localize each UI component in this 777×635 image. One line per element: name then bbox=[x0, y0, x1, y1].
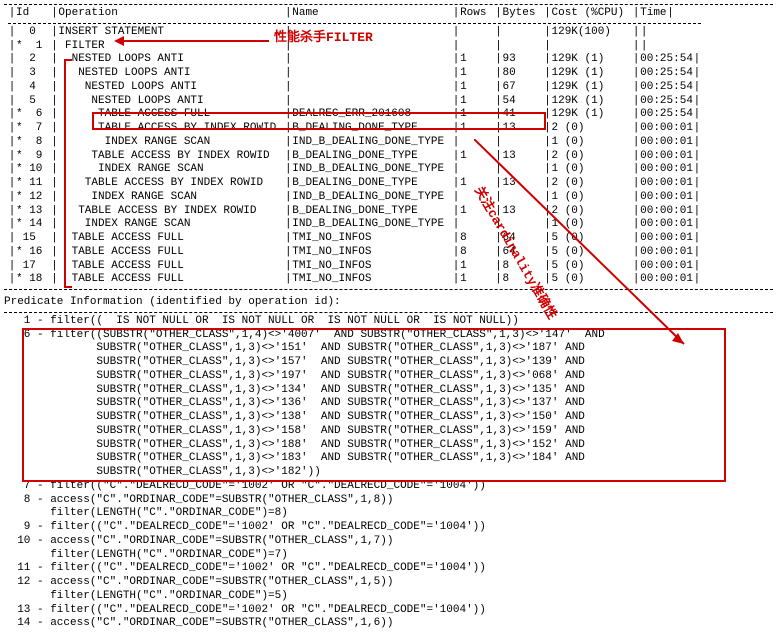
annotation-filter: 性能杀手FILTER bbox=[274, 30, 373, 46]
predicate-line: 6 - filter((SUBSTR("OTHER_CLASS",1,4)<>'… bbox=[4, 329, 773, 343]
plan-row: | 2| NESTED LOOPS ANTI||1|93|129K (1)|00… bbox=[4, 53, 705, 67]
plan-row: | 3| NESTED LOOPS ANTI||1|80|129K (1)|00… bbox=[4, 67, 705, 81]
predicate-line: 8 - access("C"."ORDINAR_CODE"=SUBSTR("OT… bbox=[4, 494, 773, 508]
predicate-info: Predicate Information (identified by ope… bbox=[4, 296, 773, 631]
arrow-to-filter-icon bbox=[114, 34, 274, 48]
predicate-line: 14 - access("C"."ORDINAR_CODE"=SUBSTR("O… bbox=[4, 617, 773, 631]
plan-row: |* 6| TABLE ACCESS FULL|DEALREC_ERR_2016… bbox=[4, 108, 705, 122]
col-time: Time bbox=[640, 7, 666, 19]
plan-row: | 5| NESTED LOOPS ANTI||1|54|129K (1)|00… bbox=[4, 95, 705, 109]
predicate-line: filter(LENGTH("C"."ORDINAR_CODE")=8) bbox=[4, 507, 773, 521]
col-cost: Cost (%CPU) bbox=[552, 7, 625, 19]
plan-row: | 4| NESTED LOOPS ANTI||1|67|129K (1)|00… bbox=[4, 81, 705, 95]
predicate-line: SUBSTR("OTHER_CLASS",1,3)<>'188' AND SUB… bbox=[4, 439, 773, 453]
col-rows: Rows bbox=[460, 7, 486, 19]
predicate-line: filter(LENGTH("C"."ORDINAR_CODE")=5) bbox=[4, 590, 773, 604]
predicate-line: SUBSTR("OTHER_CLASS",1,3)<>'157' AND SUB… bbox=[4, 356, 773, 370]
predicate-line: 11 - filter(("C"."DEALRECD_CODE"='1002' … bbox=[4, 562, 773, 576]
predicate-line: SUBSTR("OTHER_CLASS",1,3)<>'182')) bbox=[4, 466, 773, 480]
exec-plan-container: 性能杀手FILTER 关注cardinality准确性 |Id |Operati… bbox=[4, 4, 773, 631]
col-id: Id bbox=[16, 7, 29, 19]
predicate-line: 13 - filter(("C"."DEALRECD_CODE"='1002' … bbox=[4, 604, 773, 618]
plan-header-row: |Id |Operation |Name |Rows |Bytes |Cost … bbox=[4, 7, 705, 21]
predicate-line: 7 - filter(("C"."DEALRECD_CODE"='1002' O… bbox=[4, 480, 773, 494]
col-bytes: Bytes bbox=[502, 7, 535, 19]
predicate-line: SUBSTR("OTHER_CLASS",1,3)<>'151' AND SUB… bbox=[4, 342, 773, 356]
predicate-line: SUBSTR("OTHER_CLASS",1,3)<>'183' AND SUB… bbox=[4, 452, 773, 466]
predicate-line: SUBSTR("OTHER_CLASS",1,3)<>'158' AND SUB… bbox=[4, 425, 773, 439]
col-operation: Operation bbox=[58, 7, 117, 19]
predicate-line: SUBSTR("OTHER_CLASS",1,3)<>'197' AND SUB… bbox=[4, 370, 773, 384]
predicate-line: 10 - access("C"."ORDINAR_CODE"=SUBSTR("O… bbox=[4, 535, 773, 549]
predicate-line: 1 - filter(( IS NOT NULL OR IS NOT NULL … bbox=[4, 315, 773, 329]
col-name: Name bbox=[292, 7, 318, 19]
predicate-line: 9 - filter(("C"."DEALRECD_CODE"='1002' O… bbox=[4, 521, 773, 535]
predicate-line: filter(LENGTH("C"."ORDINAR_CODE")=7) bbox=[4, 549, 773, 563]
predicate-line: 12 - access("C"."ORDINAR_CODE"=SUBSTR("O… bbox=[4, 576, 773, 590]
predicate-line: SUBSTR("OTHER_CLASS",1,3)<>'136' AND SUB… bbox=[4, 397, 773, 411]
plan-row: |* 7| TABLE ACCESS BY INDEX ROWID|B_DEAL… bbox=[4, 122, 705, 136]
predicate-line: SUBSTR("OTHER_CLASS",1,3)<>'134' AND SUB… bbox=[4, 384, 773, 398]
predicate-line: SUBSTR("OTHER_CLASS",1,3)<>'138' AND SUB… bbox=[4, 411, 773, 425]
